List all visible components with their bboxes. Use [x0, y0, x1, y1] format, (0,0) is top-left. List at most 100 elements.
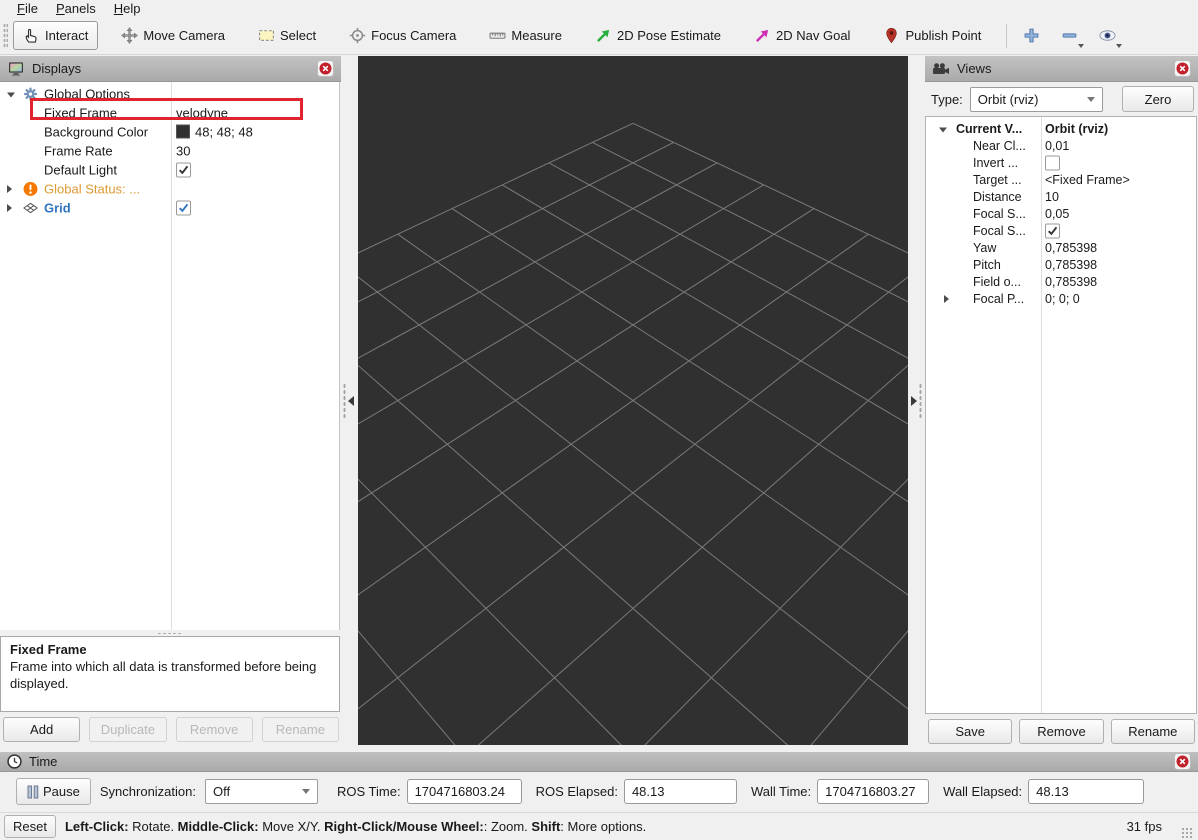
- expand-arrow-icon[interactable]: [7, 204, 12, 212]
- property-value[interactable]: Orbit (rviz): [1045, 122, 1108, 136]
- collapse-arrow-icon[interactable]: [7, 92, 15, 97]
- property-row-global-options[interactable]: Global Options: [0, 84, 339, 103]
- clock-icon: [7, 754, 22, 769]
- checkbox-checked[interactable]: [176, 200, 191, 215]
- property-label: Near Cl...: [973, 139, 1026, 153]
- close-time-panel-button[interactable]: [1174, 753, 1191, 770]
- property-label: Pitch: [973, 258, 1001, 272]
- property-value[interactable]: 0,785398: [1045, 258, 1097, 272]
- toolbar-drag-handle[interactable]: [3, 23, 8, 49]
- property-value[interactable]: 0,785398: [1045, 275, 1097, 289]
- tool-measure-button[interactable]: Measure: [479, 21, 572, 50]
- eye-icon: [1099, 27, 1116, 44]
- property-label: Default Light: [44, 162, 117, 177]
- collapse-arrow-icon[interactable]: [939, 127, 947, 132]
- property-row-fixed-frame[interactable]: Fixed Framevelodyne: [0, 103, 339, 122]
- property-row-focal-s[interactable]: Focal S...: [926, 222, 1196, 239]
- remove-button[interactable]: Remove: [176, 717, 253, 742]
- splitter-dots: [919, 383, 922, 419]
- close-displays-panel-button[interactable]: [317, 60, 334, 77]
- tool-publish-point-button[interactable]: Publish Point: [873, 21, 991, 50]
- property-row-background-color[interactable]: Background Color 48; 48; 48: [0, 122, 339, 141]
- property-row-field-o[interactable]: Field o...0,785398: [926, 273, 1196, 290]
- zero-button[interactable]: Zero: [1122, 86, 1194, 112]
- property-value[interactable]: velodyne: [176, 105, 228, 120]
- property-value[interactable]: 30: [176, 143, 190, 158]
- property-value[interactable]: 10: [1045, 190, 1059, 204]
- property-row-target[interactable]: Target ...<Fixed Frame>: [926, 171, 1196, 188]
- left-panel-splitter[interactable]: [341, 56, 358, 745]
- checkbox-checked[interactable]: [1045, 223, 1060, 238]
- property-value[interactable]: 48; 48; 48: [176, 124, 253, 139]
- property-value[interactable]: [1045, 223, 1060, 238]
- property-value[interactable]: 0,05: [1045, 207, 1069, 221]
- property-value[interactable]: [176, 200, 191, 215]
- property-row-pitch[interactable]: Pitch 0,785398: [926, 256, 1196, 273]
- save-button[interactable]: Save: [928, 719, 1012, 744]
- view-type-row: Type: Orbit (rviz) Zero: [931, 86, 1194, 112]
- collapse-left-panel-icon[interactable]: [348, 396, 354, 406]
- tool-move-camera-button[interactable]: Move Camera: [111, 21, 235, 50]
- property-value[interactable]: 0,01: [1045, 139, 1069, 153]
- expand-arrow-icon[interactable]: [944, 295, 949, 303]
- rename-button[interactable]: Rename: [1111, 719, 1195, 744]
- property-row-distance[interactable]: Distance10: [926, 188, 1196, 205]
- view-type-dropdown[interactable]: Orbit (rviz): [970, 87, 1103, 112]
- hint-text: Move X/Y.: [259, 819, 325, 834]
- property-row-default-light[interactable]: Default Light: [0, 160, 339, 179]
- ros-elapsed-input[interactable]: [624, 779, 737, 804]
- 3d-viewport[interactable]: [358, 56, 908, 745]
- menu-file[interactable]: File: [8, 1, 47, 16]
- property-row-focal-s[interactable]: Focal S...0,05: [926, 205, 1196, 222]
- pause-button[interactable]: Pause: [16, 778, 91, 805]
- select-box-icon: [258, 27, 275, 44]
- views-buttons: Save Remove Rename: [928, 719, 1195, 744]
- menu-help[interactable]: Help: [105, 1, 150, 16]
- property-value[interactable]: 0,785398: [1045, 241, 1097, 255]
- expand-arrow-icon[interactable]: [7, 185, 12, 193]
- tool-2d-pose-estimate-button[interactable]: 2D Pose Estimate: [585, 21, 731, 50]
- menu-panels[interactable]: Panels: [47, 1, 105, 16]
- property-row-yaw[interactable]: Yaw 0,785398: [926, 239, 1196, 256]
- time-panel-header[interactable]: Time: [0, 752, 1198, 772]
- remove-tool-button[interactable]: [1055, 22, 1084, 49]
- resize-grip[interactable]: [1181, 827, 1192, 838]
- views-panel-header[interactable]: Views: [925, 56, 1198, 82]
- remove-button[interactable]: Remove: [1019, 719, 1103, 744]
- property-value[interactable]: <Fixed Frame>: [1045, 173, 1130, 187]
- property-row-near-cl[interactable]: Near Cl... 0,01: [926, 137, 1196, 154]
- displays-panel-header[interactable]: Displays: [0, 56, 341, 82]
- add-tool-button[interactable]: [1017, 22, 1046, 49]
- property-value[interactable]: 0; 0; 0: [1045, 292, 1080, 306]
- property-row-current-v[interactable]: Current V...Orbit (rviz): [926, 120, 1196, 137]
- property-label: Background Color: [44, 124, 148, 139]
- property-label: Global Options: [44, 86, 130, 101]
- reset-button[interactable]: Reset: [4, 815, 56, 838]
- close-views-panel-button[interactable]: [1174, 60, 1191, 77]
- tool-visibility-button[interactable]: [1093, 22, 1122, 49]
- tool-2d-nav-goal-button[interactable]: 2D Nav Goal: [744, 21, 860, 50]
- property-value[interactable]: [1045, 155, 1060, 170]
- wall-time-input[interactable]: [817, 779, 929, 804]
- checkbox-unchecked[interactable]: [1045, 155, 1060, 170]
- property-label: Focal S...: [973, 224, 1026, 238]
- property-label: Yaw: [973, 241, 996, 255]
- wall-elapsed-input[interactable]: [1028, 779, 1144, 804]
- tool-focus-camera-button[interactable]: Focus Camera: [339, 21, 466, 50]
- collapse-right-panel-icon[interactable]: [911, 396, 917, 406]
- property-row-global-status[interactable]: Global Status: ...: [0, 179, 339, 198]
- tool-select-button[interactable]: Select: [248, 21, 326, 50]
- checkbox-checked[interactable]: [176, 162, 191, 177]
- tool-interact-button[interactable]: Interact: [13, 21, 98, 50]
- right-panel-splitter[interactable]: [908, 56, 925, 745]
- property-value[interactable]: [176, 162, 191, 177]
- rename-button[interactable]: Rename: [262, 717, 339, 742]
- synchronization-dropdown[interactable]: Off: [205, 779, 318, 804]
- property-row-frame-rate[interactable]: Frame Rate30: [0, 141, 339, 160]
- add-button[interactable]: Add: [3, 717, 80, 742]
- property-row-grid[interactable]: Grid: [0, 198, 339, 217]
- property-row-focal-p[interactable]: Focal P...0; 0; 0: [926, 290, 1196, 307]
- ros-time-input[interactable]: [407, 779, 522, 804]
- property-row-invert[interactable]: Invert ...: [926, 154, 1196, 171]
- duplicate-button[interactable]: Duplicate: [89, 717, 166, 742]
